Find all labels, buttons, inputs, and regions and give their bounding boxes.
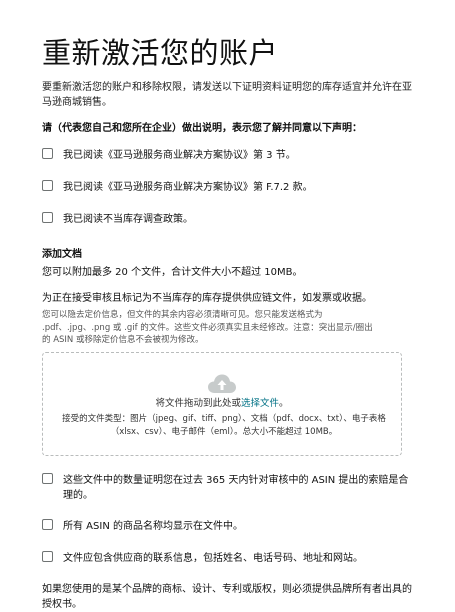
declaration-label: 我已阅读《亚马逊服务商业解决方案协议》第 F.7.2 款。	[63, 182, 313, 193]
declaration-item-section-f72[interactable]: 我已阅读《亚马逊服务商业解决方案协议》第 F.7.2 款。	[42, 180, 412, 195]
accepted-file-types: 接受的文件类型：图片（jpeg、gif、tiff、png）、文档（pdf、doc…	[62, 414, 386, 437]
confirmation-checkbox[interactable]	[42, 519, 53, 530]
confirmation-item-product-names[interactable]: 所有 ASIN 的商品名称均显示在文件中。	[42, 519, 412, 534]
confirmation-label: 文件应包含供应商的联系信息，包括姓名、电话号码、地址和网站。	[63, 553, 363, 564]
file-limit-text: 您可以附加最多 20 个文件，合计文件大小不超过 10MB。	[42, 267, 303, 278]
declaration-checkbox[interactable]	[42, 180, 53, 191]
file-dropzone[interactable]: 将文件拖动到此处或选择文件。 接受的文件类型：图片（jpeg、gif、tiff、…	[42, 352, 402, 456]
declaration-item-inventory-policy[interactable]: 我已阅读不当库存调查政策。	[42, 212, 412, 227]
add-documents-heading: 添加文档	[42, 249, 82, 260]
document-requirements-note: 您可以隐去定价信息，但文件的其余内容必须清晰可见。您只能发送格式为 .pdf、.…	[42, 310, 373, 345]
declaration-checkbox[interactable]	[42, 148, 53, 159]
declaration-label: 我已阅读不当库存调查政策。	[63, 214, 193, 225]
declaration-item-section-3[interactable]: 我已阅读《亚马逊服务商业解决方案协议》第 3 节。	[42, 148, 412, 163]
declaration-label: 我已阅读《亚马逊服务商业解决方案协议》第 3 节。	[63, 150, 296, 161]
confirmation-item-quantity[interactable]: 这些文件中的数量证明您在过去 365 天内针对审核中的 ASIN 提出的索赔是合…	[42, 473, 412, 503]
declaration-heading: 请（代表您自己和您所在企业）做出说明，表示您了解并同意以下声明：	[42, 123, 362, 134]
choose-file-link[interactable]: 选择文件	[241, 398, 279, 409]
cloud-upload-icon	[208, 374, 236, 393]
dropzone-instruction-text: 将文件拖动到此处或	[155, 398, 241, 409]
supply-chain-helper-text: 为正在接受审核且标记为不当库存的库存提供供应链文件，如发票或收据。	[42, 293, 372, 304]
reactivate-account-page: 重新激活您的账户 要重新激活您的账户和移除权限，请发送以下证明资料证明您的库存适…	[0, 0, 455, 611]
dropzone-instruction: 将文件拖动到此处或选择文件。	[43, 397, 401, 410]
intro-text: 要重新激活您的账户和移除权限，请发送以下证明资料证明您的库存适宜并允许在亚马逊商…	[42, 82, 412, 108]
confirmation-item-supplier-contact[interactable]: 文件应包含供应商的联系信息，包括姓名、电话号码、地址和网站。	[42, 551, 412, 566]
brand-authorization-note: 如果您使用的是某个品牌的商标、设计、专利或版权，则必须提供品牌所有者出具的授权书…	[42, 584, 412, 610]
confirmation-checkbox[interactable]	[42, 551, 53, 562]
page-title: 重新激活您的账户	[42, 36, 279, 70]
confirmation-checkbox[interactable]	[42, 473, 53, 484]
declaration-checkbox[interactable]	[42, 212, 53, 223]
dropzone-instruction-suffix: 。	[279, 398, 289, 409]
confirmation-label: 这些文件中的数量证明您在过去 365 天内针对审核中的 ASIN 提出的索赔是合…	[63, 475, 409, 501]
confirmation-label: 所有 ASIN 的商品名称均显示在文件中。	[63, 521, 243, 532]
